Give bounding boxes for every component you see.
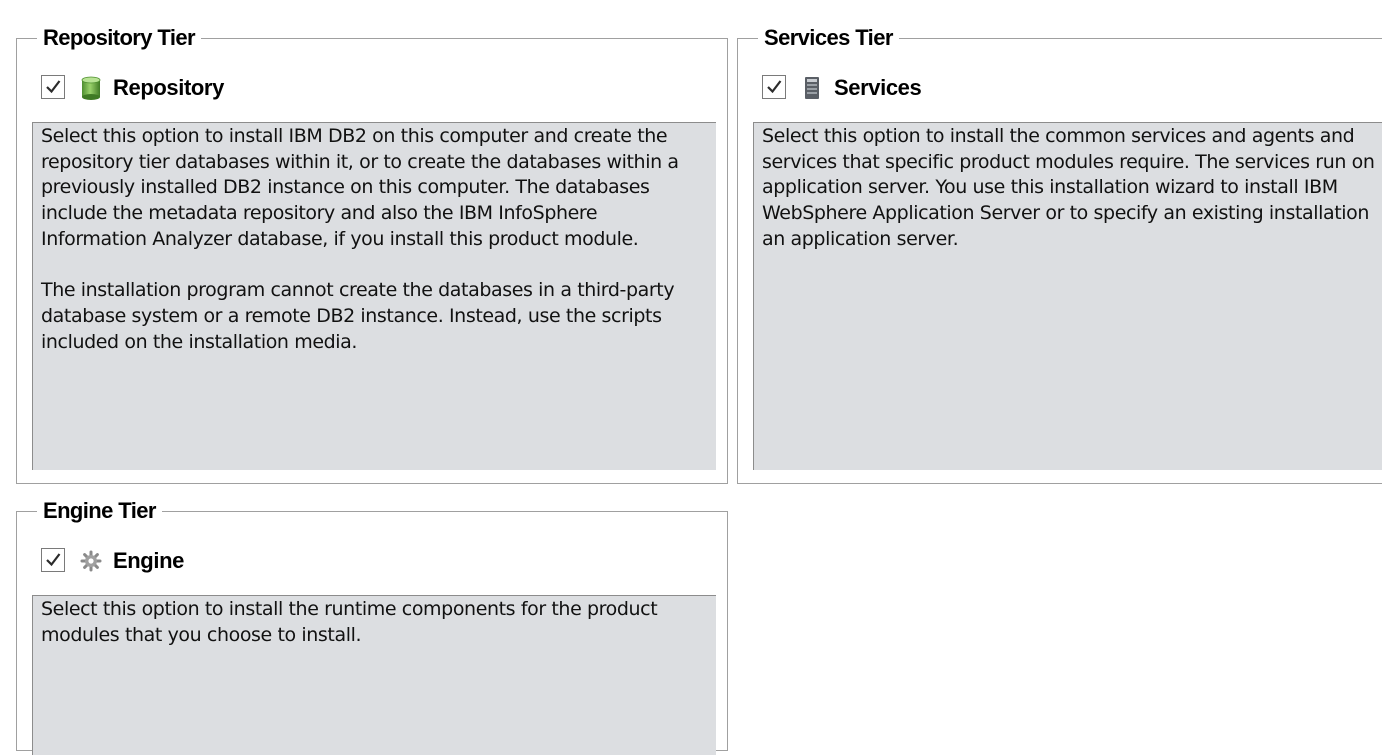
checkmark-icon (46, 80, 61, 94)
database-icon (81, 76, 101, 100)
services-option-label: Services (834, 75, 922, 100)
engine-option-label: Engine (113, 548, 184, 573)
services-tier-title: Services Tier (758, 23, 899, 53)
gear-icon (80, 550, 102, 572)
services-tier-group: Services Tier Services Select this optio… (737, 23, 1382, 484)
services-checkbox[interactable] (762, 75, 786, 99)
services-description: Select this option to install the common… (753, 122, 1382, 470)
repository-checkbox[interactable] (41, 75, 65, 99)
repository-option-label: Repository (113, 75, 224, 100)
checkmark-icon (46, 553, 61, 567)
repository-description: Select this option to install IBM DB2 on… (32, 122, 716, 470)
engine-tier-group: Engine Tier Engine Select this option to… (16, 496, 728, 755)
engine-checkbox[interactable] (41, 548, 65, 572)
repository-tier-title: Repository Tier (37, 23, 201, 53)
checkmark-icon (767, 80, 782, 94)
server-icon (805, 77, 819, 99)
engine-tier-title: Engine Tier (37, 496, 162, 526)
engine-description: Select this option to install the runtim… (32, 595, 716, 755)
repository-tier-group: Repository Tier Repository Select this o… (16, 23, 728, 484)
